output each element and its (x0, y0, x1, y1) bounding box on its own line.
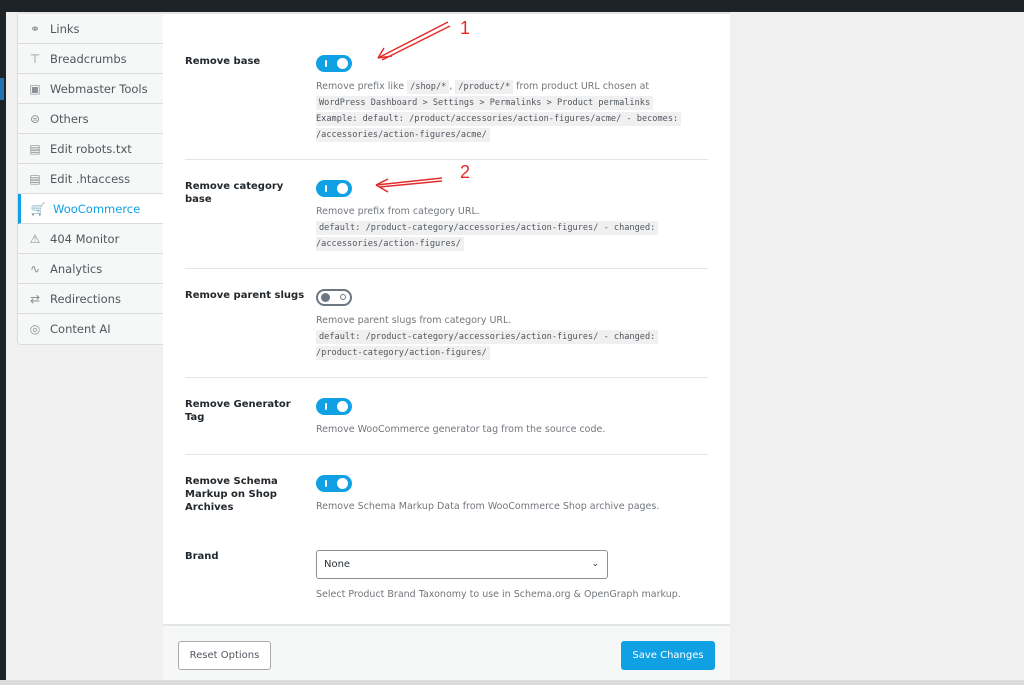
sidebar-item-webmaster-tools[interactable]: ▣ Webmaster Tools (18, 74, 163, 104)
settings-sidebar: ⚭ Links ⊤ Breadcrumbs ▣ Webmaster Tools ⊜ Ot… (17, 14, 164, 345)
sidebar-item-breadcrumbs[interactable]: ⊤ Breadcrumbs (18, 44, 163, 74)
sidebar-item-analytics[interactable]: ∿ Analytics (18, 254, 163, 284)
signpost-icon: ⊤ (29, 51, 41, 66)
sidebar-item-label: Redirections (50, 291, 121, 306)
sidebar-item-label: Analytics (50, 261, 103, 276)
save-changes-button[interactable]: Save Changes (621, 641, 715, 670)
setting-label: Remove base (185, 56, 261, 67)
remove-base-toggle[interactable] (316, 55, 352, 72)
setting-label: Remove Generator Tag (185, 399, 291, 423)
setting-description: Remove prefix from category URL. default… (316, 204, 716, 252)
sidebar-item-redirections[interactable]: ⇄ Redirections (18, 284, 163, 314)
chevron-down-icon: ⌄ (591, 559, 599, 569)
setting-description: Select Product Brand Taxonomy to use in … (316, 589, 681, 600)
remove-generator-tag-toggle[interactable] (316, 398, 352, 415)
cart-icon: 🛒 (30, 201, 46, 216)
sidebar-item-label: Edit robots.txt (50, 141, 132, 156)
setting-label: Remove Schema Markup on Shop Archives (185, 476, 278, 513)
sidebar-item-label: Webmaster Tools (50, 81, 148, 96)
sidebar-item-label: Edit .htaccess (50, 171, 131, 186)
sidebar-item-label: Content AI (50, 322, 111, 336)
divider (185, 268, 708, 269)
annotation-number-1: 1 (460, 18, 471, 38)
woocommerce-settings-panel: Remove base Remove prefix like /shop/*, … (163, 14, 730, 624)
annotation-number-2: 2 (460, 162, 471, 182)
brand-select-value: None (324, 559, 351, 570)
file-text-icon: ▤ (29, 171, 41, 186)
warning-icon: ⚠ (29, 231, 41, 246)
settings-footer: Reset Options Save Changes (163, 624, 730, 680)
sidebar-item-woocommerce[interactable]: 🛒 WooCommerce (18, 194, 163, 224)
setting-label: Remove parent slugs (185, 290, 305, 301)
setting-label: Brand (185, 551, 219, 562)
content-ai-icon: ◎ (29, 322, 41, 336)
setting-description: Remove parent slugs from category URL. d… (316, 313, 716, 361)
link-icon: ⚭ (29, 21, 41, 36)
remove-parent-slugs-toggle[interactable] (316, 289, 352, 306)
sidebar-item-404-monitor[interactable]: ⚠ 404 Monitor (18, 224, 163, 254)
shuffle-icon: ⇄ (29, 291, 41, 306)
remove-schema-markup-toggle[interactable] (316, 475, 352, 492)
reset-options-button[interactable]: Reset Options (178, 641, 271, 670)
file-robot-icon: ▤ (29, 141, 41, 156)
remove-category-base-toggle[interactable] (316, 180, 352, 197)
sidebar-item-edit-htaccess[interactable]: ▤ Edit .htaccess (18, 164, 163, 194)
sidebar-item-label: WooCommerce (53, 201, 141, 216)
divider (185, 159, 708, 160)
bottom-edge (0, 680, 1024, 685)
setting-description: Remove Schema Markup Data from WooCommer… (316, 501, 660, 512)
sidebar-item-others[interactable]: ⊜ Others (18, 104, 163, 134)
sidebar-item-label: 404 Monitor (50, 231, 120, 246)
sidebar-item-label: Links (50, 21, 80, 36)
sidebar-item-links[interactable]: ⚭ Links (18, 14, 163, 44)
divider (185, 454, 708, 455)
brand-select[interactable]: None ⌄ (316, 550, 608, 579)
setting-description: Remove WooCommerce generator tag from th… (316, 424, 606, 435)
sidebar-item-edit-robots[interactable]: ▤ Edit robots.txt (18, 134, 163, 164)
sidebar-item-label: Others (50, 111, 89, 126)
list-circle-icon: ⊜ (29, 111, 41, 126)
divider (185, 377, 708, 378)
toolbox-icon: ▣ (29, 81, 41, 96)
setting-label: Remove category base (185, 181, 284, 205)
setting-description: Remove prefix like /shop/*, /product/* f… (316, 79, 716, 143)
sidebar-item-content-ai[interactable]: ◎ Content AI (18, 314, 163, 344)
sidebar-item-label: Breadcrumbs (50, 51, 127, 66)
chart-icon: ∿ (29, 261, 41, 276)
admin-top-bar (0, 0, 1024, 12)
